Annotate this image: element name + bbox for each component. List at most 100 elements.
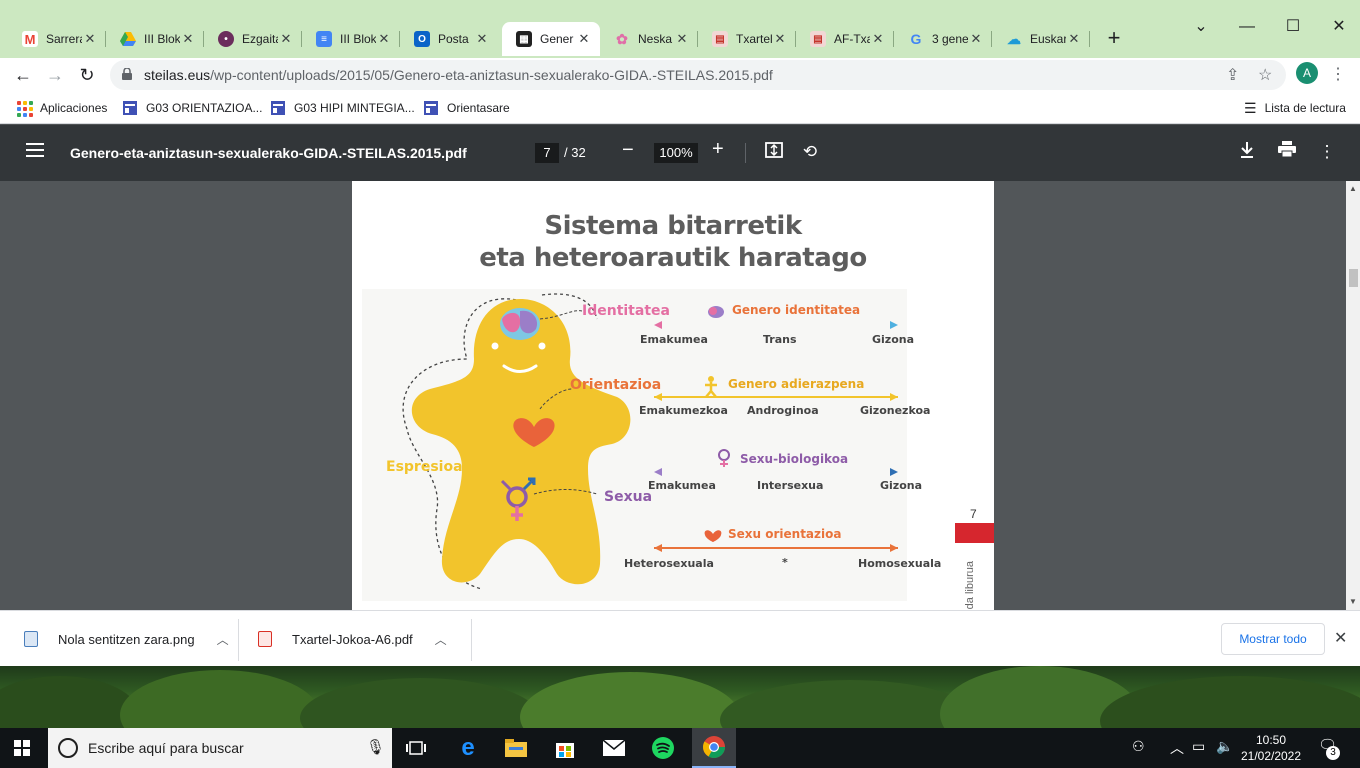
minimize-button[interactable]: — [1224,12,1270,42]
chevron-up-icon[interactable]: ︿ [217,631,229,648]
download-icon[interactable] [1236,141,1258,163]
microphone-icon[interactable]: 🎙 [366,738,385,756]
chrome-menu-icon[interactable]: ⋮ [1330,64,1346,84]
tab-active[interactable]: ▦ Gener ✕ [502,22,600,56]
bookmark-item[interactable]: G03 HIPI MINTEGIA... [270,98,415,118]
scrollbar[interactable]: ▲ ▼ [1346,181,1360,610]
fit-page-icon[interactable] [763,141,785,163]
new-tab-button[interactable]: + [1100,24,1128,52]
mail-icon[interactable] [600,734,628,762]
close-icon[interactable]: ✕ [772,31,788,47]
reload-button[interactable]: ↻ [72,60,102,90]
heading-sexu-biologikoa: Sexu-biologikoa [740,452,849,466]
tab[interactable]: G 3 gene ✕ [894,22,992,56]
show-all-button[interactable]: Mostrar todo [1221,623,1325,655]
system-clock[interactable]: 10:50 21/02/2022 [1238,732,1304,764]
volume-icon[interactable]: 🔈 [1216,738,1233,755]
zoom-out-icon[interactable]: − [622,139,634,162]
tab-title: Sarrera [46,32,82,46]
close-icon[interactable]: ✕ [180,31,196,47]
notification-icon[interactable]: 🗨 3 [1318,736,1340,760]
bookmark-apps[interactable]: Aplicaciones [16,98,107,118]
card-icon: ▤ [810,31,826,47]
tab[interactable]: ▤ Txartel ✕ [698,22,796,56]
edge-icon[interactable]: e [454,734,482,762]
pdf-filename: Genero-eta-aniztasun-sexualerako-GIDA.-S… [70,145,467,161]
tab[interactable]: ≡ III Blok ✕ [302,22,400,56]
close-icon[interactable]: ✕ [82,31,98,47]
close-icon[interactable]: ✕ [968,31,984,47]
close-icon[interactable]: ✕ [376,31,392,47]
scroll-down-icon[interactable]: ▼ [1349,597,1357,606]
bookmark-item[interactable]: G03 ORIENTAZIOA... [122,98,262,118]
tab[interactable]: ▤ AF-Txa ✕ [796,22,894,56]
store-icon[interactable] [551,734,579,762]
chrome-taskbar-button[interactable] [692,728,736,768]
more-icon[interactable]: ⋮ [1316,141,1338,163]
people-icon[interactable]: ⚇ [1132,738,1145,755]
divider [471,619,472,661]
avatar[interactable]: A [1296,62,1318,84]
close-icon[interactable]: ✕ [1066,31,1082,47]
back-button[interactable]: ← [8,60,38,90]
address-bar[interactable]: steilas.eus/wp-content/uploads/2015/05/G… [110,60,1286,90]
tab[interactable]: M Sarrera ✕ [8,22,106,56]
tab[interactable]: • Ezgaita ✕ [204,22,302,56]
menu-icon[interactable] [26,143,44,157]
page-icon [123,101,137,115]
windows-start-icon[interactable] [14,740,30,756]
download-item[interactable]: Txartel-Jokoa-A6.pdf ︿ [258,611,447,667]
pdf-file-icon [258,631,272,647]
page-tab-marker [955,523,994,543]
tab-title: III Blok [340,32,376,46]
page-number-input[interactable]: 7 [535,143,559,163]
chevron-up-icon[interactable]: ︿ [1170,738,1184,758]
tab-title: Gener [540,32,574,46]
close-icon[interactable]: ✕ [674,31,690,47]
drive-icon [120,31,136,47]
file-explorer-icon[interactable] [502,734,530,762]
tab[interactable]: ☁ Euskar ✕ [992,22,1090,56]
tab-title: Ezgaita [242,32,278,46]
download-item[interactable]: Nola sentitzen zara.png ︿ [24,611,229,667]
spotify-icon[interactable] [649,734,677,762]
tab[interactable]: ✿ Neska ✕ [600,22,698,56]
outlook-icon: O [414,31,430,47]
scroll-up-icon[interactable]: ▲ [1349,184,1357,193]
share-icon[interactable]: ⇪ [1226,65,1239,85]
heading-genero-adierazpena: Genero adierazpena [728,377,865,391]
page-icon [424,101,438,115]
close-window-button[interactable]: ✕ [1316,12,1360,42]
bookmark-star-icon[interactable]: ☆ [1258,65,1272,85]
close-icon[interactable]: ✕ [870,31,886,47]
taskbar-search[interactable]: Escribe aquí para buscar 🎙 [48,728,392,768]
url-text: steilas.eus/wp-content/uploads/2015/05/G… [144,67,773,83]
taskbar: Escribe aquí para buscar 🎙 e ⚇ ︿ ▭ 🔈 10:… [0,728,1360,768]
close-icon[interactable]: ✕ [474,31,490,47]
chevron-up-icon[interactable]: ︿ [435,631,447,648]
forward-button[interactable]: → [40,60,70,90]
reading-list-button[interactable]: ☰ Lista de lectura [1244,98,1346,118]
tab-search-icon[interactable]: ⌄ [1178,12,1224,42]
scale-label: Trans [763,333,797,346]
page-subtitle: eta heteroarautik haratago [479,243,867,273]
label-orientazioa: Orientazioa [570,377,662,393]
print-icon[interactable] [1276,141,1298,163]
bookmarks-bar: Aplicaciones G03 ORIENTAZIOA... G03 HIPI… [0,92,1360,124]
close-icon[interactable]: ✕ [1334,628,1347,648]
pdf-viewport[interactable]: Sistema bitarretik eta heteroarautik har… [0,181,1346,610]
close-icon[interactable]: ✕ [576,31,592,47]
maximize-button[interactable]: ☐ [1270,12,1316,42]
tab[interactable]: O Posta ✕ [400,22,498,56]
tab[interactable]: III Blok ✕ [106,22,204,56]
rotate-icon[interactable]: ⟲ [799,141,821,163]
flower-icon: ✿ [616,30,628,47]
task-view-icon[interactable] [402,734,430,762]
bookmark-item[interactable]: Orientasare [423,98,510,118]
network-icon[interactable]: ▭ [1192,738,1205,755]
zoom-input[interactable]: 100% [654,143,698,163]
close-icon[interactable]: ✕ [278,31,294,47]
scroll-thumb[interactable] [1349,269,1358,287]
bookmark-label: Aplicaciones [40,101,108,115]
zoom-in-icon[interactable]: + [712,138,724,161]
